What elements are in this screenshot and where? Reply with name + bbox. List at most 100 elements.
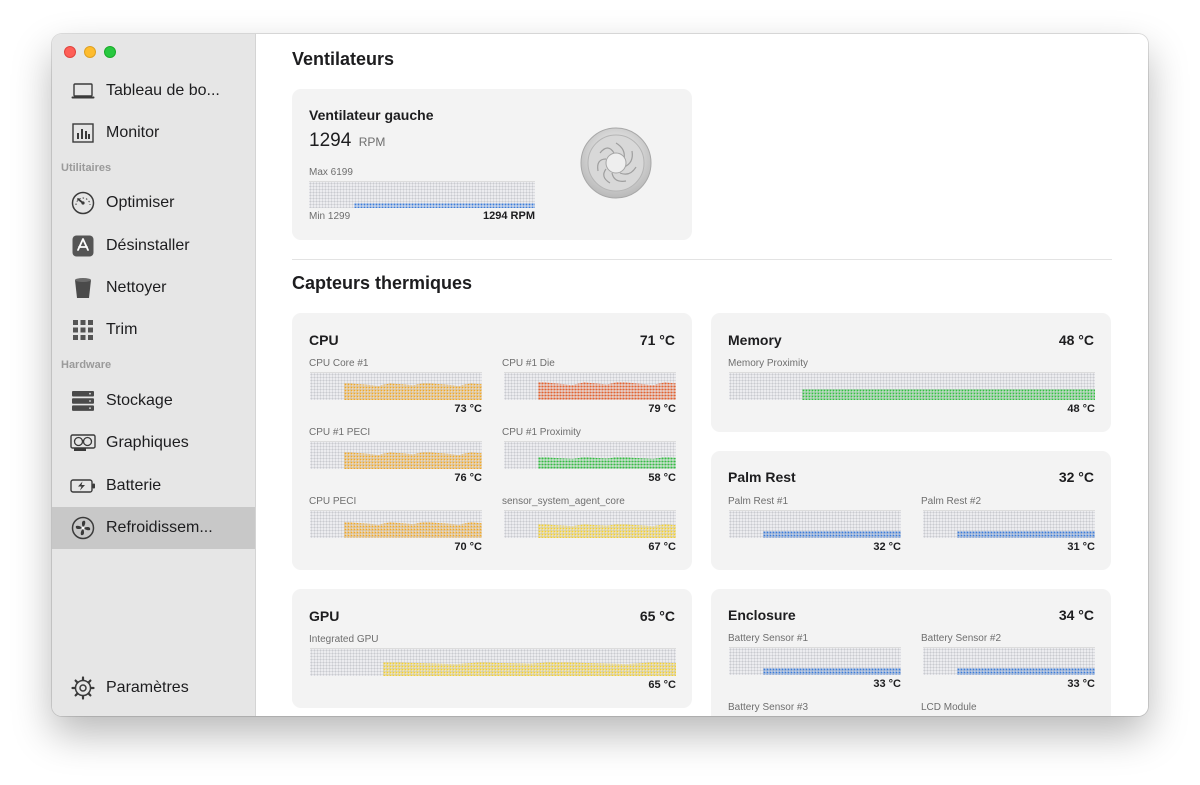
sensor-graph-fill: [957, 531, 1095, 538]
sidebar-item-label: Refroidissem...: [106, 519, 213, 536]
fan-current-label: 1294 RPM: [483, 210, 535, 222]
sensor-label: CPU #1 PECI: [309, 427, 371, 438]
sensor-label: Memory Proximity: [728, 358, 809, 369]
sidebar-item-optimiser[interactable]: Optimiser: [52, 182, 255, 224]
fan-rpm-unit: RPM: [358, 135, 386, 149]
sensor-label: LCD Module: [921, 702, 977, 713]
fan-max-label: Max 6199: [309, 167, 353, 178]
sidebar-item-label: Paramètres: [106, 679, 189, 696]
palm-rest-title: Palm Rest: [728, 469, 796, 485]
sensor-label: Battery Sensor #1: [728, 633, 809, 644]
gpu-icon: [70, 430, 96, 456]
sensor-label: Battery Sensor #3: [728, 702, 809, 713]
sensor-value: 58 °C: [648, 472, 676, 484]
fans-heading: Ventilateurs: [292, 49, 395, 69]
main-content: Ventilateurs Ventilateur gauche 1294 RPM…: [256, 34, 1148, 716]
sidebar-item-cooling[interactable]: Refroidissem...: [52, 507, 255, 549]
sensor-value: 33 °C: [873, 678, 901, 690]
sidebar-item-settings[interactable]: Paramètres: [52, 667, 255, 709]
sidebar-item-label: Batterie: [106, 477, 162, 494]
enclosure-title: Enclosure: [728, 607, 796, 623]
zoom-button[interactable]: [104, 46, 116, 58]
close-button[interactable]: [64, 46, 76, 58]
cpu-card: CPU 71 °C CPU Core #1 73 °C CPU #1 Die 7…: [292, 313, 692, 570]
fan-graph: [309, 181, 535, 208]
sidebar-item-monitor[interactable]: Monitor: [52, 112, 255, 154]
sidebar-item-label: Optimiser: [106, 194, 175, 211]
sensor-value: 48 °C: [1067, 403, 1095, 415]
sensor-graph: [310, 648, 676, 676]
sensor-value: 73 °C: [454, 403, 482, 415]
sidebar-item-battery[interactable]: Batterie: [52, 465, 255, 507]
sidebar-item-clean[interactable]: Nettoyer: [52, 267, 255, 309]
sidebar-item-graphics[interactable]: Graphiques: [52, 422, 255, 464]
fan-rpm-readout: 1294 RPM: [309, 130, 385, 152]
sensor-graph: [729, 372, 1095, 400]
sensor-value: 32 °C: [873, 541, 901, 553]
sensor-graph-fill: [538, 382, 676, 400]
sensor-value: 33 °C: [1067, 678, 1095, 690]
sidebar-item-dashboard[interactable]: Tableau de bo...: [52, 70, 255, 112]
app-store-icon: [70, 233, 96, 259]
minimize-button[interactable]: [84, 46, 96, 58]
sidebar-item-storage[interactable]: Stockage: [52, 380, 255, 422]
chart-icon: [70, 120, 96, 146]
sensor-label: Palm Rest #2: [921, 496, 982, 507]
sidebar-item-label: Désinstaller: [106, 237, 190, 254]
sensor-value: 67 °C: [648, 541, 676, 553]
enclosure-card: Enclosure 34 °C Battery Sensor #1 33 °C …: [711, 589, 1111, 716]
sensor-graph-fill: [344, 452, 482, 469]
palm-rest-card: Palm Rest 32 °C Palm Rest #1 32 °C Palm …: [711, 451, 1111, 570]
sidebar-item-trim[interactable]: Trim: [52, 309, 255, 351]
trash-icon: [70, 275, 96, 301]
gpu-card: GPU 65 °C Integrated GPU 65 °C: [292, 589, 692, 708]
sensor-label: Palm Rest #1: [728, 496, 789, 507]
cpu-title: CPU: [309, 332, 339, 348]
sensor-label: CPU #1 Die: [502, 358, 555, 369]
sensor-graph-fill: [957, 668, 1095, 675]
gpu-title: GPU: [309, 608, 340, 624]
laptop-icon: [70, 78, 96, 104]
sensor-value: 65 °C: [648, 679, 676, 691]
memory-title: Memory: [728, 332, 782, 348]
sensor-graph: [729, 647, 901, 675]
sidebar-item-uninstall[interactable]: Désinstaller: [52, 225, 255, 267]
sensor-label: sensor_system_agent_core: [502, 496, 625, 507]
thermal-heading: Capteurs thermiques: [292, 273, 473, 293]
sensor-graph-fill: [802, 389, 1095, 400]
fan-rpm-value: 1294: [309, 130, 352, 151]
sensor-value: 31 °C: [1067, 541, 1095, 553]
storage-icon: [70, 388, 96, 414]
sensor-label: CPU Core #1: [309, 358, 369, 369]
section-label-utilities: Utilitaires: [61, 162, 112, 174]
gpu-temp: 65 °C: [639, 608, 675, 624]
sensor-label: CPU PECI: [309, 496, 357, 507]
sensor-graph-fill: [344, 383, 482, 400]
sidebar-item-label: Nettoyer: [106, 279, 167, 296]
grid-icon: [70, 317, 96, 343]
cpu-temp: 71 °C: [639, 332, 675, 348]
sensor-graph-fill: [763, 668, 901, 675]
battery-icon: [70, 473, 96, 499]
sensor-graph: [310, 372, 482, 400]
fan-card: Ventilateur gauche 1294 RPM Max 6199 Min…: [292, 89, 692, 240]
sensor-graph: [310, 510, 482, 538]
sensor-label: Integrated GPU: [309, 634, 379, 645]
fan-icon: [70, 515, 96, 541]
sensor-value: 70 °C: [454, 541, 482, 553]
fan-title: Ventilateur gauche: [309, 107, 434, 123]
sidebar-item-label: Tableau de bo...: [106, 82, 220, 99]
sensor-graph-fill: [538, 524, 676, 538]
sensor-graph: [923, 647, 1095, 675]
sidebar-item-label: Trim: [106, 321, 138, 338]
sensor-graph: [504, 372, 676, 400]
memory-temp: 48 °C: [1058, 332, 1094, 348]
sensor-label: Battery Sensor #2: [921, 633, 1002, 644]
fan-graph-fill: [354, 203, 535, 208]
sidebar-item-label: Stockage: [106, 392, 173, 409]
sensor-graph: [504, 441, 676, 469]
fan-illustration-icon: [580, 127, 652, 204]
sensor-value: 76 °C: [454, 472, 482, 484]
gear-icon: [70, 675, 96, 701]
app-window: Tableau de bo... Monitor Utilitaires Opt…: [52, 34, 1148, 716]
